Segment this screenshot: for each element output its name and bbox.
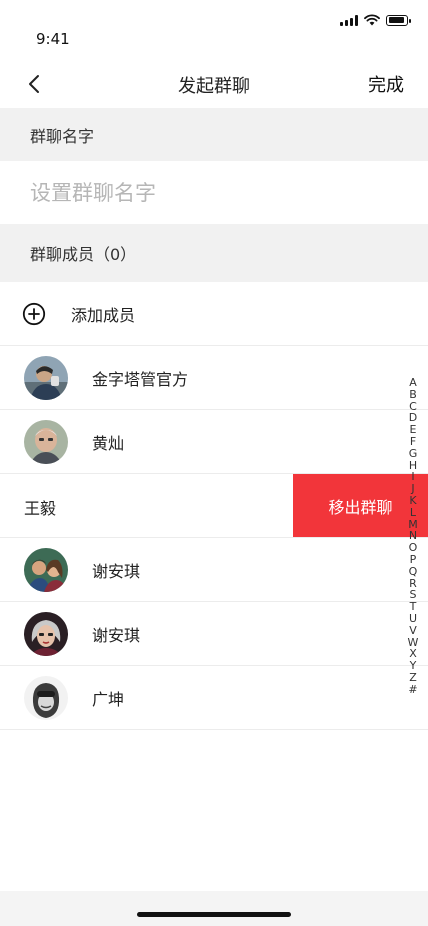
alphabet-index-letter[interactable]: # xyxy=(408,683,417,696)
member-name: 广坤 xyxy=(92,689,125,709)
nav-bar: 发起群聊 完成 xyxy=(0,60,428,108)
avatar xyxy=(24,675,68,720)
add-member-label: 添加成员 xyxy=(71,305,136,325)
alphabet-index-letter[interactable]: Z xyxy=(409,672,417,684)
add-member-button[interactable]: 添加成员 xyxy=(0,282,428,346)
plus-circle-icon xyxy=(22,302,46,326)
avatar xyxy=(24,419,68,464)
home-indicator[interactable] xyxy=(137,912,291,917)
status-icons xyxy=(340,14,411,26)
alphabet-index-letter[interactable]: Q xyxy=(409,565,418,578)
member-name: 金字塔管官方 xyxy=(92,369,189,389)
group-name-header: 群聊名字 xyxy=(0,108,428,161)
member-row[interactable]: 谢安琪 xyxy=(0,538,428,602)
member-row[interactable]: 谢安琪 xyxy=(0,602,428,666)
alphabet-index-letter[interactable]: F xyxy=(410,436,416,448)
cellular-signal-icon xyxy=(340,14,358,26)
status-time: 9:41 xyxy=(36,30,70,48)
member-name: 黄灿 xyxy=(92,433,125,453)
group-name-input[interactable] xyxy=(0,161,428,224)
member-row-swiped[interactable]: 王毅 移出群聊 xyxy=(0,474,428,538)
member-name: 谢安琪 xyxy=(92,561,141,581)
member-row[interactable]: 广坤 xyxy=(0,666,428,730)
alphabet-index-letter[interactable]: L xyxy=(410,506,416,519)
avatar xyxy=(24,611,68,656)
status-bar: 9:41 xyxy=(0,0,428,60)
alphabet-index-letter[interactable]: P xyxy=(410,554,417,566)
bottom-bar xyxy=(0,891,428,926)
alphabet-index-letter[interactable]: B xyxy=(409,388,417,401)
avatar xyxy=(24,355,68,400)
alphabet-index-letter[interactable]: V xyxy=(409,624,417,637)
group-members-header: 群聊成员（0） xyxy=(0,224,428,282)
alphabet-index[interactable]: A B C D E F G H I J K L M N O P Q R S T U V W X Y Z # xyxy=(404,377,422,696)
battery-level xyxy=(388,17,404,23)
alphabet-index-letter[interactable]: G xyxy=(409,447,418,460)
page-title: 发起群聊 xyxy=(178,76,250,97)
member-row[interactable]: 黄灿 xyxy=(0,410,428,474)
member-name: 谢安琪 xyxy=(92,625,141,645)
alphabet-index-letter[interactable]: K xyxy=(409,495,416,507)
member-row[interactable]: 金字塔管官方 xyxy=(0,346,428,410)
wifi-icon xyxy=(364,14,380,26)
alphabet-index-letter[interactable]: U xyxy=(409,613,417,625)
avatar xyxy=(24,547,68,592)
member-name: 王毅 xyxy=(24,499,57,518)
battery-icon xyxy=(386,14,411,26)
done-button[interactable]: 完成 xyxy=(368,71,404,97)
